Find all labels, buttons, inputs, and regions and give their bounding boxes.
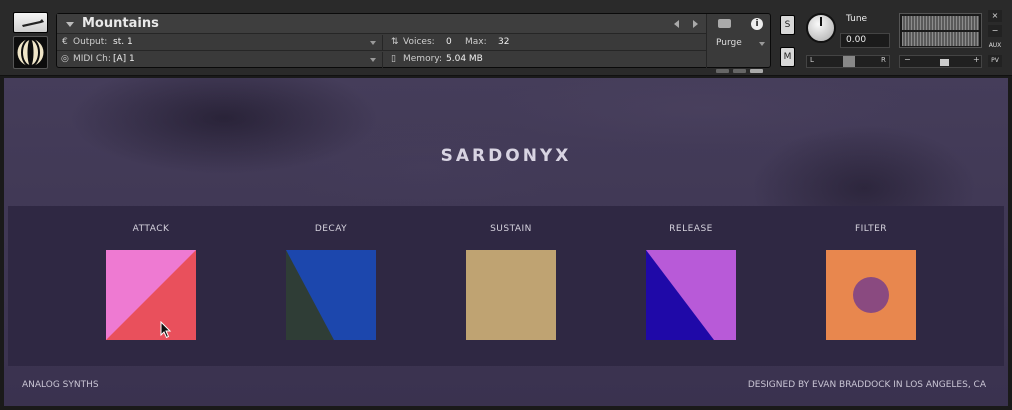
pan-right-label: R: [881, 56, 886, 64]
pan-left-label: L: [810, 56, 814, 64]
tune-value[interactable]: 0.00: [840, 33, 890, 48]
tune-label: Tune: [846, 14, 868, 24]
instrument-panel: SARDONYX ATTACK DECAY SUSTAIN RELEASE FI…: [4, 78, 1008, 406]
max-voices-label: Max:: [465, 37, 487, 47]
midi-icon: ◎: [61, 54, 69, 64]
decay-pad[interactable]: [286, 250, 376, 340]
memory-value: 5.04 MB: [446, 54, 483, 64]
output-row: € Output: st. 1 ⇅ Voices: 0 Max: 32: [57, 35, 706, 51]
sardonyx-logo-icon: [17, 38, 44, 67]
aux-button[interactable]: AUX: [988, 40, 1002, 52]
mouse-pointer-icon: [160, 321, 172, 339]
instrument-title[interactable]: Mountains: [82, 16, 159, 31]
minimize-button[interactable]: −: [988, 25, 1002, 37]
volume-handle[interactable]: [940, 59, 949, 66]
kontakt-header: Mountains € Output: st. 1 ⇅ Voices: 0 Ma…: [0, 0, 1012, 76]
release-pad[interactable]: [646, 250, 736, 340]
attack-label: ATTACK: [132, 224, 170, 234]
midi-dropdown-icon[interactable]: [370, 58, 376, 62]
attack-graphic: [106, 250, 196, 340]
voices-icon: ⇅: [391, 37, 399, 47]
info-icon[interactable]: i: [751, 18, 763, 30]
output-dropdown-icon[interactable]: [370, 41, 376, 45]
voices-value: 0: [446, 37, 452, 47]
brand-title: SARDONYX: [440, 146, 572, 166]
volume-plus-label: +: [973, 55, 980, 64]
previous-instrument-icon[interactable]: [674, 20, 679, 28]
instrument-logo[interactable]: [13, 36, 48, 69]
max-voices-value[interactable]: 32: [498, 37, 509, 47]
midi-row: ◎ MIDI Ch: [A] 1 ▯ Memory: 5.04 MB: [57, 52, 706, 68]
close-button[interactable]: ×: [988, 10, 1002, 22]
level-meter: [899, 13, 982, 48]
sustain-fill: [466, 250, 556, 340]
sustain-label: SUSTAIN: [490, 224, 532, 234]
footer-right-text: DESIGNED BY EVAN BRADDOCK IN LOS ANGELES…: [747, 380, 986, 390]
tune-knob[interactable]: [806, 13, 836, 43]
midi-channel-label: MIDI Ch:: [73, 54, 111, 64]
sustain-graphic: [466, 250, 556, 340]
footer-left-text: ANALOG SYNTHS: [22, 380, 99, 390]
solo-button[interactable]: S: [780, 15, 795, 35]
pan-slider[interactable]: L R: [806, 55, 890, 68]
wrench-button[interactable]: [13, 12, 48, 33]
collapse-icon[interactable]: [66, 22, 74, 27]
output-select[interactable]: st. 1: [113, 37, 133, 47]
purge-menu[interactable]: Purge: [716, 38, 742, 48]
volume-slider[interactable]: − +: [899, 55, 982, 68]
purge-indicator: [716, 58, 767, 77]
next-instrument-icon[interactable]: [693, 20, 698, 28]
filter-graphic: [826, 250, 916, 340]
decay-label: DECAY: [314, 224, 348, 234]
output-label: Output:: [73, 37, 108, 47]
envelope-controls-band: ATTACK DECAY SUSTAIN RELEASE FILTER: [8, 206, 1004, 366]
divider: [382, 52, 383, 68]
release-label: RELEASE: [669, 224, 713, 234]
instrument-tools: i Purge: [706, 14, 771, 73]
instrument-header-panel: Mountains € Output: st. 1 ⇅ Voices: 0 Ma…: [56, 13, 771, 73]
attack-pad[interactable]: [106, 250, 196, 340]
filter-pad[interactable]: [826, 250, 916, 340]
voices-label: Voices:: [403, 37, 435, 47]
memory-label: Memory:: [403, 54, 442, 64]
midi-channel-select[interactable]: [A] 1: [113, 54, 135, 64]
mute-button[interactable]: M: [780, 47, 795, 67]
divider: [382, 35, 383, 51]
volume-minus-label: −: [904, 55, 911, 64]
pv-button[interactable]: PV: [988, 55, 1002, 67]
title-row: Mountains: [57, 14, 706, 34]
sustain-pad[interactable]: [466, 250, 556, 340]
output-icon: €: [62, 37, 68, 47]
decay-graphic: [286, 250, 376, 340]
window-controls: × − AUX PV: [988, 10, 1002, 70]
camera-icon[interactable]: [718, 19, 731, 28]
release-graphic: [646, 250, 736, 340]
filter-label: FILTER: [854, 224, 888, 234]
wrench-icon: [22, 19, 44, 27]
filter-dot: [853, 277, 889, 313]
pan-handle[interactable]: [843, 56, 855, 67]
memory-icon: ▯: [391, 54, 396, 64]
purge-dropdown-icon[interactable]: [759, 42, 765, 46]
